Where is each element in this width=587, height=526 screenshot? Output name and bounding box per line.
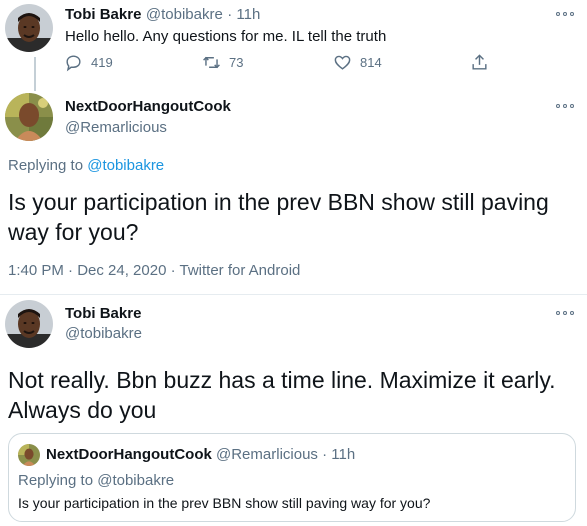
more-icon[interactable] — [556, 102, 578, 110]
retweet-icon — [203, 56, 220, 69]
user-handle[interactable]: @Remarlicious — [65, 119, 167, 136]
retweet-count: 73 — [229, 55, 244, 70]
divider — [0, 294, 587, 295]
replying-prefix: Replying to — [8, 157, 84, 174]
avatar[interactable] — [5, 93, 53, 141]
tweet-text: Is your participation in the prev BBN sh… — [8, 189, 549, 245]
tweet-text: Hello hello. Any questions for me. IL te… — [65, 28, 387, 45]
tweet-time: · 11h — [322, 446, 356, 463]
quoted-tweet-header: NextDoorHangoutCook @Remarlicious · 11h — [46, 446, 355, 463]
display-name[interactable]: NextDoorHangoutCook — [65, 98, 231, 115]
replying-to: Replying to @tobibakre — [18, 472, 174, 489]
user-handle: @Remarlicious — [216, 446, 318, 463]
reply-count: 419 — [91, 55, 113, 70]
thread-line — [34, 57, 36, 91]
share-icon — [472, 54, 487, 70]
like-icon — [334, 55, 351, 70]
avatar — [18, 444, 40, 466]
reply-button[interactable]: 419 — [64, 53, 113, 72]
avatar[interactable] — [5, 4, 53, 52]
user-handle[interactable]: @tobibakre — [146, 6, 223, 23]
like-count: 814 — [360, 55, 382, 70]
display-name[interactable]: Tobi Bakre — [65, 6, 141, 23]
user-handle[interactable]: @tobibakre — [65, 325, 142, 342]
tweet-time[interactable]: · 11h — [227, 6, 260, 23]
replying-to: Replying to @tobibakre — [8, 157, 164, 174]
tweet-text: Not really. Bbn buzz has a time line. Ma… — [8, 367, 556, 423]
tweet-text: Is your participation in the prev BBN sh… — [18, 495, 431, 511]
tweet-header: Tobi Bakre @tobibakre · 11h — [65, 6, 260, 24]
replying-to-link[interactable]: @tobibakre — [87, 157, 164, 174]
reply-icon — [66, 55, 81, 72]
share-button[interactable] — [470, 53, 489, 72]
display-name: NextDoorHangoutCook — [46, 446, 212, 463]
tweet-meta[interactable]: 1:40 PM · Dec 24, 2020 · Twitter for And… — [8, 262, 300, 279]
like-button[interactable]: 814 — [333, 53, 382, 72]
more-icon[interactable] — [556, 10, 578, 18]
replying-to-handle: @tobibakre — [97, 472, 175, 489]
retweet-button[interactable]: 73 — [202, 53, 243, 72]
avatar[interactable] — [5, 300, 53, 348]
replying-prefix: Replying to — [18, 472, 94, 489]
display-name[interactable]: Tobi Bakre — [65, 305, 141, 322]
quoted-tweet[interactable]: NextDoorHangoutCook @Remarlicious · 11h … — [8, 433, 576, 522]
more-icon[interactable] — [556, 309, 578, 317]
